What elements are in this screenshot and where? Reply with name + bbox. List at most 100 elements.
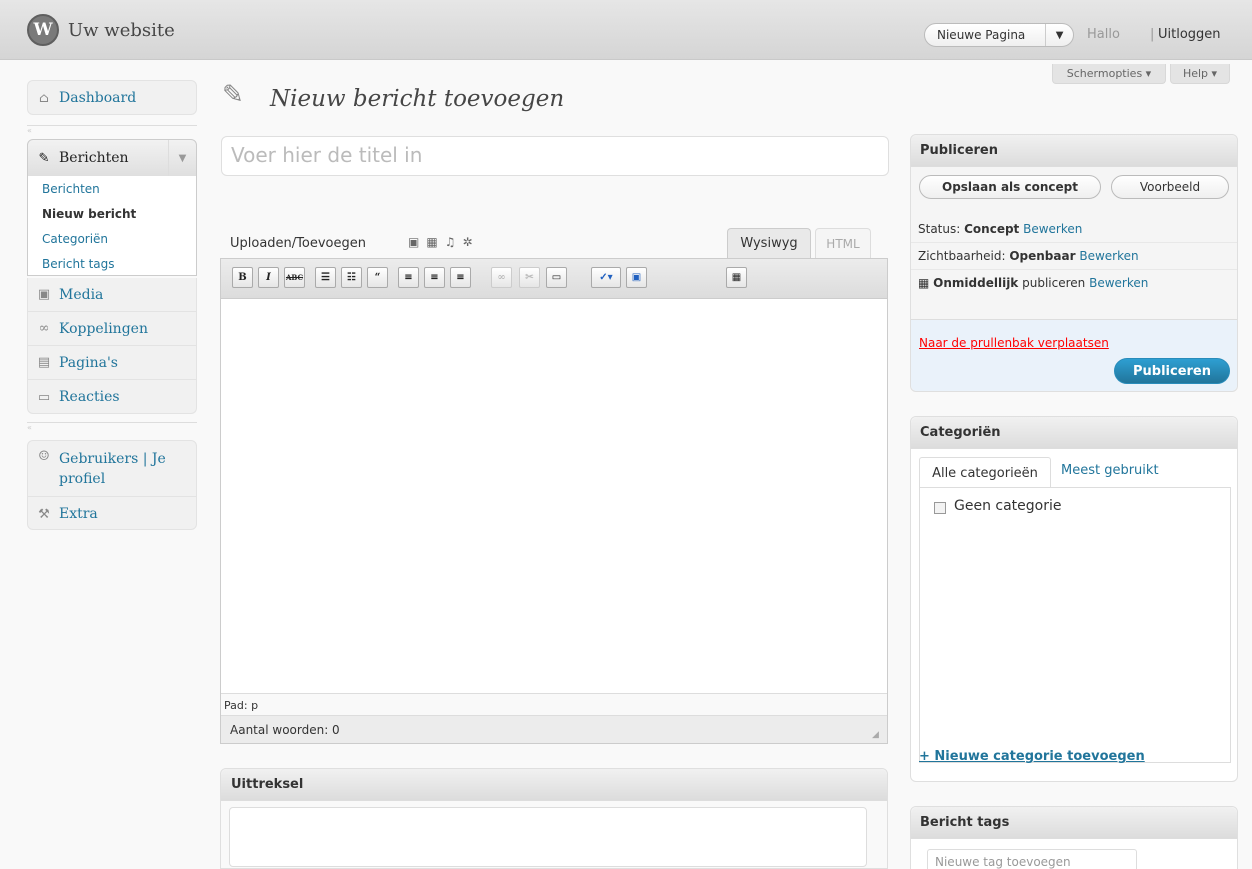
pushpin-icon: ✎ [38,150,50,166]
sidebar-item-label: Gebruikers | Je profiel [59,451,166,487]
new-page-button[interactable]: Nieuwe Pagina ▼ [924,23,1074,47]
tags-title: Bericht tags [911,807,1237,839]
schedule-edit-link[interactable]: Bewerken [1089,276,1148,290]
status-edit-link[interactable]: Bewerken [1023,222,1082,236]
screen-options-button[interactable]: Schermopties ▾ [1052,64,1166,84]
category-tabs: Alle categorieën Meest gebruikt [919,457,1231,488]
numbered-list-icon[interactable]: ☷ [341,267,362,288]
tag-input[interactable]: Nieuwe tag toevoegen [927,849,1137,869]
category-label[interactable]: Geen categorie [954,498,1062,514]
sidebar-item-reacties[interactable]: ▭ Reacties [28,380,196,414]
help-button[interactable]: Help ▾ [1170,64,1230,84]
site-title[interactable]: Uw website [68,20,175,41]
strikethrough-button[interactable]: ABC [284,267,305,288]
links-icon: ∞ [38,321,50,336]
post-editor[interactable] [220,258,888,744]
visibility-row: Zichtbaarheid: Openbaar Bewerken [911,244,1237,270]
pages-icon: ▤ [37,355,51,370]
sidebar-item-extra[interactable]: ⚒ Extra [28,497,196,531]
more-tag-icon[interactable]: ▭ [546,267,567,288]
sidebar-item-label: Koppelingen [59,320,148,337]
tab-visual[interactable]: Wysiwyg [727,228,811,258]
add-image-icon[interactable]: ▣ [408,235,426,249]
publish-title: Publiceren [911,135,1237,167]
schedule-value: Onmiddellijk [933,276,1019,290]
save-draft-button[interactable]: Opslaan als concept [919,175,1101,199]
editor-toolbar: B I ABC ☰ ☷ “ ≡ ≡ ≡ ∞ ✂ ▭ ✓▾ ▣ ▦ [221,259,887,299]
category-list: Geen categorie [919,487,1231,763]
sidebar-item-dashboard[interactable]: ⌂ Dashboard [28,81,196,115]
sidebar-item-media[interactable]: ▣ Media [28,278,196,312]
visibility-label: Zichtbaarheid: [918,249,1006,263]
blockquote-button[interactable]: “ [367,267,388,288]
wordpress-logo-icon[interactable]: W [27,14,59,46]
categories-box: Categoriën Alle categorieën Meest gebrui… [910,416,1238,782]
logout-link[interactable]: Uitloggen [1158,27,1221,42]
italic-button[interactable]: I [258,267,279,288]
page-title: Nieuw bericht toevoegen [270,86,565,112]
tools-icon: ⚒ [38,506,50,522]
publish-button[interactable]: Publiceren [1114,358,1230,384]
align-right-icon[interactable]: ≡ [450,267,471,288]
visibility-value: Openbaar [1009,249,1076,263]
preview-button[interactable]: Voorbeeld [1111,175,1229,199]
bold-button[interactable]: B [232,267,253,288]
submenu-item-berichten[interactable]: Berichten [28,176,196,201]
status-label: Status: [918,222,961,236]
new-page-dropdown-icon[interactable]: ▼ [1045,24,1073,46]
menu-separator[interactable]: « [27,125,197,135]
unlink-icon: ✂ [519,267,540,288]
add-category-link[interactable]: + Nieuwe categorie toevoegen [919,749,1145,764]
sidebar-group-users: ☺ Gebruikers | Je profiel ⚒ Extra [27,440,197,530]
status-row: Status: Concept Bewerken [911,217,1237,243]
editor-path: Pad: p [221,693,887,715]
add-audio-icon[interactable]: ♫ [445,235,463,249]
post-title-input[interactable]: Voer hier de titel in [221,136,889,176]
category-checkbox[interactable] [934,502,946,514]
excerpt-textarea[interactable] [229,807,867,867]
new-page-label[interactable]: Nieuwe Pagina [925,28,1045,42]
calendar-icon: ▦ [918,276,930,290]
fullscreen-icon[interactable]: ▣ [626,267,647,288]
pushpin-icon: ✎ [222,80,244,110]
sidebar-group-content: ▣ Media ∞ Koppelingen ▤ Pagina's ▭ React… [27,278,197,414]
tab-all-categories[interactable]: Alle categorieën [919,457,1051,488]
bullet-list-icon[interactable]: ☰ [315,267,336,288]
sidebar-item-paginas[interactable]: ▤ Pagina's [28,346,196,380]
menu-separator[interactable]: « [27,422,197,432]
word-count: Aantal woorden: 0 [221,715,887,743]
add-media-icon[interactable]: ✲ [462,235,479,249]
schedule-label: publiceren [1022,276,1086,290]
sidebar-item-label: Reacties [59,389,120,405]
chevron-down-icon[interactable]: ▼ [168,140,196,176]
add-video-icon[interactable]: ▦ [426,235,444,249]
sidebar-item-label: Media [59,286,104,303]
sidebar-item-koppelingen[interactable]: ∞ Koppelingen [28,312,196,346]
link-icon: ∞ [491,267,512,288]
resize-handle-icon[interactable]: ◢ [872,730,884,742]
sidebar-item-label: Pagina's [59,354,118,371]
sidebar-item-label: Extra [59,506,98,522]
home-icon: ⌂ [39,90,49,106]
comments-icon: ▭ [37,389,51,405]
submenu-item-nieuw-bericht[interactable]: Nieuw bericht [28,201,196,226]
sidebar-item-label: Berichten [59,150,129,166]
submenu-item-categorien[interactable]: Categoriën [28,226,196,251]
sidebar-item-gebruikers[interactable]: ☺ Gebruikers | Je profiel [28,441,196,497]
sidebar-item-berichten[interactable]: ✎ Berichten ▼ [27,139,197,177]
tab-html[interactable]: HTML [815,228,871,258]
greeting-text: Hallo [1087,27,1120,42]
tab-most-used[interactable]: Meest gebruikt [1061,463,1159,478]
excerpt-box: Uittreksel [220,768,888,869]
trash-link[interactable]: Naar de prullenbak verplaatsen [919,336,1109,350]
spellcheck-icon[interactable]: ✓▾ [591,267,621,288]
align-center-icon[interactable]: ≡ [424,267,445,288]
tags-box: Bericht tags Nieuwe tag toevoegen [910,806,1238,869]
kitchen-sink-icon[interactable]: ▦ [726,267,747,288]
publish-actions: Naar de prullenbak verplaatsen Publicere… [911,319,1237,391]
visibility-edit-link[interactable]: Bewerken [1079,249,1138,263]
align-left-icon[interactable]: ≡ [398,267,419,288]
submenu-item-bericht-tags[interactable]: Bericht tags [28,251,196,276]
sidebar-group-dashboard: ⌂ Dashboard [27,80,197,115]
users-icon: ☺ [38,449,50,464]
